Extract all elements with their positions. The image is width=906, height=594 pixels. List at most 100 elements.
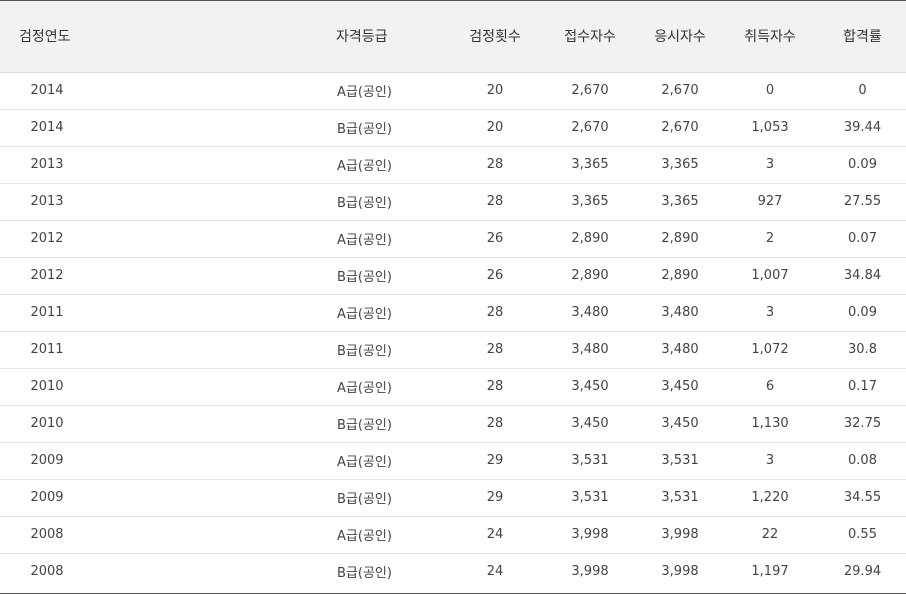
cell-exam-year: 2008 bbox=[0, 516, 94, 554]
cell-certified: 1,007 bbox=[721, 257, 819, 295]
cell-exam-year: 2011 bbox=[0, 294, 94, 332]
table-row: 2009 A급(공인) 29 3,531 3,531 3 0.08 bbox=[0, 442, 906, 480]
cell-pass-rate: 39.44 bbox=[819, 109, 906, 147]
cell-exam-year: 2012 bbox=[0, 257, 94, 295]
cell-examinees: 2,890 bbox=[639, 220, 721, 258]
cell-certified: 1,130 bbox=[721, 405, 819, 443]
cell-exam-year: 2009 bbox=[0, 479, 94, 517]
cell-certified: 1,197 bbox=[751, 564, 789, 580]
cell-exam-count: 26 bbox=[449, 220, 541, 258]
cell-pass-rate: 0 bbox=[819, 72, 906, 110]
cell-pass-rate: 0.09 bbox=[819, 294, 906, 332]
cell-examinees: 3,998 bbox=[661, 564, 699, 580]
cell-applicants: 3,531 bbox=[541, 442, 639, 480]
table-row: 2013 B급(공인) 28 3,365 3,365 927 27.55 bbox=[0, 183, 906, 221]
cell-grade: A급(공인) bbox=[94, 72, 449, 110]
cell-grade: B급(공인) bbox=[94, 405, 449, 443]
cell-exam-year: 2014 bbox=[0, 109, 94, 147]
cell-examinees: 3,998 bbox=[639, 516, 721, 554]
header-pass-rate: 합격률 bbox=[819, 1, 906, 73]
cell-certified: 3 bbox=[721, 146, 819, 184]
cell-pass-rate: 0.09 bbox=[819, 146, 906, 184]
cell-certified: 2 bbox=[721, 220, 819, 258]
cell-applicants: 3,365 bbox=[541, 146, 639, 184]
cell-exam-year: 2014 bbox=[0, 72, 94, 110]
cell-pass-rate: 27.55 bbox=[819, 183, 906, 221]
table-row: 2012 B급(공인) 26 2,890 2,890 1,007 34.84 bbox=[0, 257, 906, 295]
cell-exam-count: 26 bbox=[449, 257, 541, 295]
cell-grade: B급(공인) bbox=[94, 183, 449, 221]
header-certified: 취득자수 bbox=[721, 1, 819, 73]
cell-grade: B급(공인) bbox=[94, 257, 449, 295]
cell-exam-count: 28 bbox=[449, 405, 541, 443]
cell-exam-year: 2011 bbox=[0, 331, 94, 369]
table-row: 2009 B급(공인) 29 3,531 3,531 1,220 34.55 bbox=[0, 479, 906, 517]
header-applicants: 접수자수 bbox=[541, 1, 639, 73]
table-row: 2011 A급(공인) 28 3,480 3,480 3 0.09 bbox=[0, 294, 906, 332]
cell-exam-count: 28 bbox=[449, 294, 541, 332]
cell-exam-year: 2009 bbox=[0, 442, 94, 480]
cell-exam-count: 29 bbox=[449, 479, 541, 517]
cell-exam-count: 29 bbox=[449, 442, 541, 480]
cell-applicants: 3,998 bbox=[571, 564, 609, 580]
cell-exam-count: 28 bbox=[449, 183, 541, 221]
cell-applicants: 3,450 bbox=[541, 405, 639, 443]
cell-exam-count: 24 bbox=[449, 516, 541, 554]
cell-examinees: 3,365 bbox=[639, 183, 721, 221]
cell-applicants: 3,480 bbox=[541, 294, 639, 332]
cell-exam-year: 2010 bbox=[0, 405, 94, 443]
table-row: 2008 A급(공인) 24 3,998 3,998 22 0.55 bbox=[0, 516, 906, 554]
table-row: 2014 A급(공인) 20 2,670 2,670 0 0 bbox=[0, 72, 906, 110]
cell-applicants: 2,890 bbox=[541, 257, 639, 295]
table-row: 2010 B급(공인) 28 3,450 3,450 1,130 32.75 bbox=[0, 405, 906, 443]
cell-grade: B급(공인) bbox=[94, 109, 449, 147]
cell-certified: 1,053 bbox=[721, 109, 819, 147]
cell-certified: 22 bbox=[721, 516, 819, 554]
cell-examinees: 3,480 bbox=[639, 331, 721, 369]
cell-certified: 1,072 bbox=[721, 331, 819, 369]
cell-certified: 927 bbox=[721, 183, 819, 221]
cell-exam-year: 2013 bbox=[0, 146, 94, 184]
cell-exam-year: 2010 bbox=[0, 368, 94, 406]
table-row: 2010 A급(공인) 28 3,450 3,450 6 0.17 bbox=[0, 368, 906, 406]
cell-examinees: 3,365 bbox=[639, 146, 721, 184]
table-row: 2008 B급(공인) 24 3,998 3,998 1,197 29.94 bbox=[0, 553, 906, 590]
cell-exam-count: 24 bbox=[486, 564, 504, 580]
cell-applicants: 3,531 bbox=[541, 479, 639, 517]
cell-applicants: 3,365 bbox=[541, 183, 639, 221]
cell-examinees: 3,480 bbox=[639, 294, 721, 332]
cell-exam-year: 2012 bbox=[0, 220, 94, 258]
cell-exam-year: 2008 bbox=[30, 564, 64, 580]
cell-pass-rate: 29.94 bbox=[843, 564, 882, 580]
exam-statistics-table-container: 검정연도 자격등급 검정횟수 접수자수 응시자수 취득자수 합격률 2014 A급… bbox=[0, 0, 906, 594]
table-row: 2012 A급(공인) 26 2,890 2,890 2 0.07 bbox=[0, 220, 906, 258]
cell-grade: A급(공인) bbox=[94, 368, 449, 406]
cell-grade: A급(공인) bbox=[94, 442, 449, 480]
cell-examinees: 3,450 bbox=[639, 405, 721, 443]
cell-exam-count: 20 bbox=[449, 72, 541, 110]
cell-grade: A급(공인) bbox=[94, 294, 449, 332]
cell-exam-count: 28 bbox=[449, 368, 541, 406]
cell-grade: B급(공인) bbox=[94, 331, 449, 369]
cell-examinees: 2,890 bbox=[639, 257, 721, 295]
cell-applicants: 3,480 bbox=[541, 331, 639, 369]
cell-examinees: 2,670 bbox=[639, 109, 721, 147]
table-row: 2014 B급(공인) 20 2,670 2,670 1,053 39.44 bbox=[0, 109, 906, 147]
cell-certified: 6 bbox=[721, 368, 819, 406]
header-exam-year: 검정연도 bbox=[0, 1, 94, 73]
table-header: 검정연도 자격등급 검정횟수 접수자수 응시자수 취득자수 합격률 bbox=[0, 1, 906, 73]
cell-pass-rate: 0.55 bbox=[819, 516, 906, 554]
header-examinees: 응시자수 bbox=[639, 1, 721, 73]
header-grade: 자격등급 bbox=[94, 1, 449, 73]
table-row: 2013 A급(공인) 28 3,365 3,365 3 0.09 bbox=[0, 146, 906, 184]
cell-exam-count: 20 bbox=[449, 109, 541, 147]
cell-pass-rate: 34.84 bbox=[819, 257, 906, 295]
cell-exam-count: 28 bbox=[449, 146, 541, 184]
cell-exam-year: 2013 bbox=[0, 183, 94, 221]
cell-applicants: 2,670 bbox=[541, 72, 639, 110]
cell-examinees: 2,670 bbox=[639, 72, 721, 110]
table-row: 2011 B급(공인) 28 3,480 3,480 1,072 30.8 bbox=[0, 331, 906, 369]
cell-applicants: 3,450 bbox=[541, 368, 639, 406]
cell-applicants: 2,890 bbox=[541, 220, 639, 258]
cell-certified: 0 bbox=[721, 72, 819, 110]
